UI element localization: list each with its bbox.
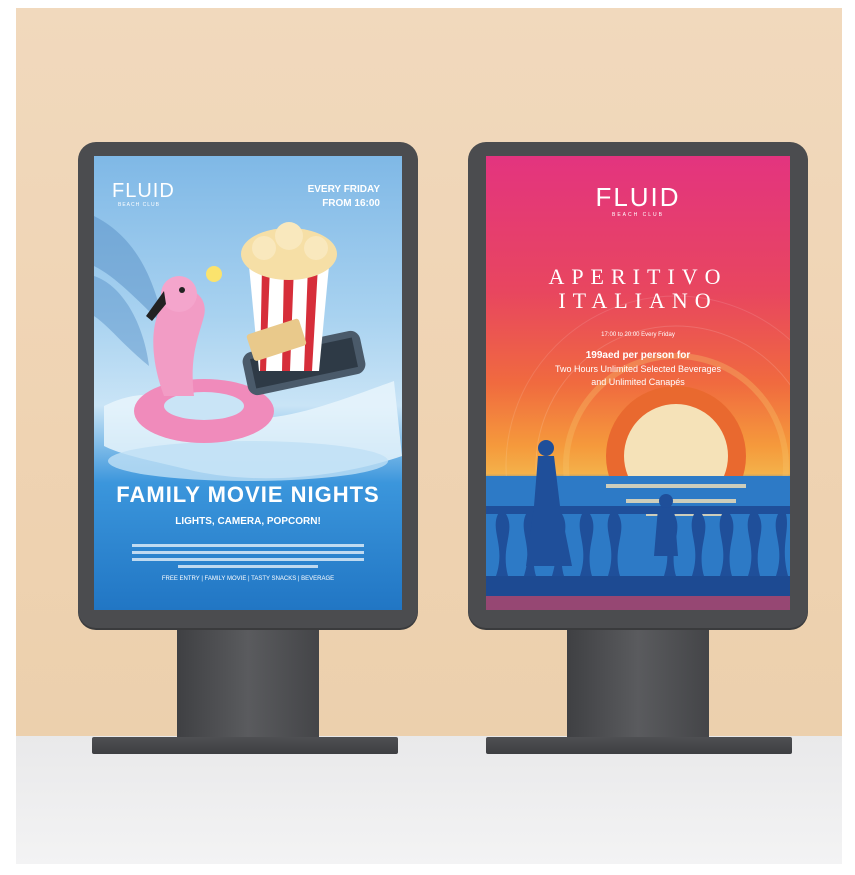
left-poster-schedule-line1: EVERY FRIDAY [307, 184, 380, 195]
right-poster-title-line1: APERITIVO [548, 264, 728, 289]
floor [16, 736, 842, 864]
left-poster: FLUID BEACH CLUB EVERY FRIDAY FROM 16:00… [94, 156, 402, 610]
left-poster-logo-sub: BEACH CLUB [118, 202, 160, 208]
left-stand-base [92, 737, 398, 754]
right-poster-logo-sub: BEACH CLUB [612, 212, 664, 218]
left-poster-schedule-line2: FROM 16:00 [322, 198, 380, 209]
right-stand-pole [567, 622, 709, 742]
left-poster-footer: FREE ENTRY | FAMILY MOVIE | TASTY SNACKS… [161, 576, 335, 582]
left-poster-logo: FLUID [112, 180, 175, 202]
left-stand-pole [177, 622, 319, 742]
right-poster-time-line: 17:00 to 20:00 Every Friday [601, 332, 675, 338]
right-poster-offer-line2: and Unlimited Canapés [591, 377, 685, 387]
product-mockup-scene: FLUID BEACH CLUB EVERY FRIDAY FROM 16:00… [0, 0, 855, 875]
right-poster-offer-line1: Two Hours Unlimited Selected Beverages [554, 364, 722, 374]
left-poster-title: FAMILY MOVIE NIGHTS [116, 482, 380, 507]
right-poster-title-line2: ITALIANO [558, 288, 718, 313]
right-poster-logo: FLUID [595, 182, 681, 212]
left-poster-subtitle: LIGHTS, CAMERA, POPCORN! [175, 516, 321, 527]
right-poster: FLUID BEACH CLUB APERITIVO ITALIANO 17:0… [486, 156, 790, 610]
right-poster-price-line: 199aed per person for [585, 350, 691, 361]
left-poster-fine-print [132, 540, 364, 572]
right-stand-base [486, 737, 792, 754]
